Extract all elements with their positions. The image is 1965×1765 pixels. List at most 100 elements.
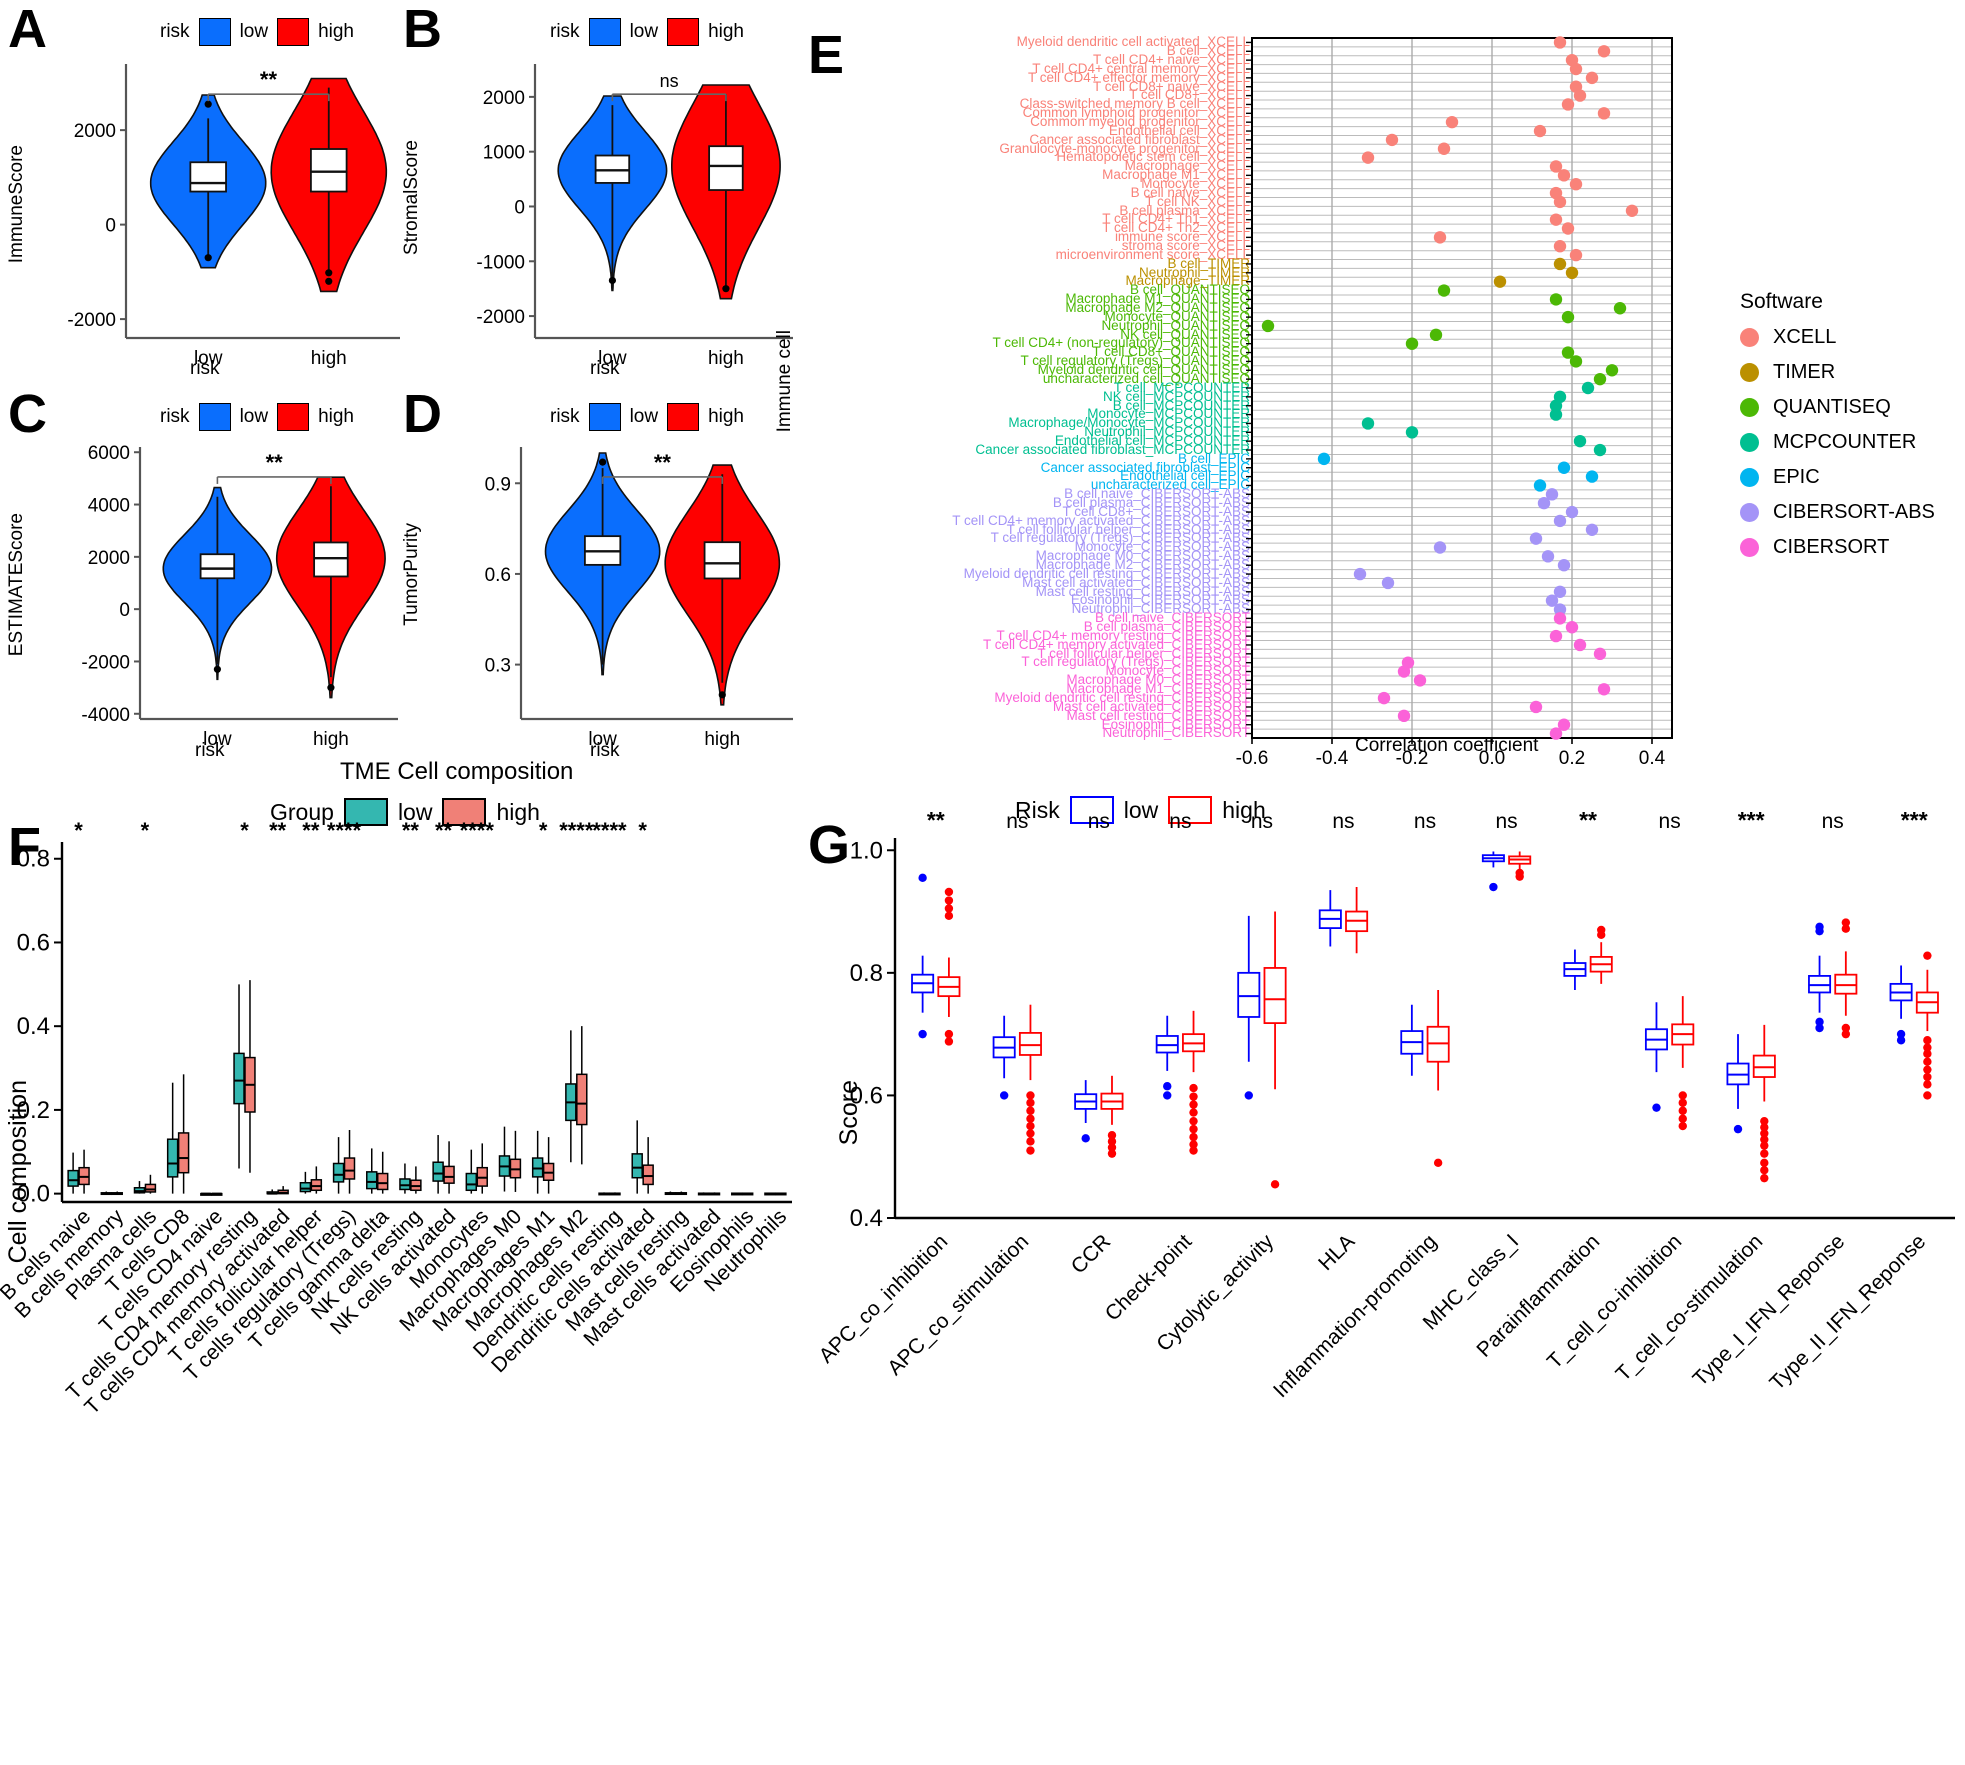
svg-text:0.6: 0.6: [485, 565, 511, 586]
svg-text:*: *: [74, 818, 83, 843]
panel-e-legend-item[interactable]: XCELL: [1740, 326, 1935, 349]
svg-text:ns: ns: [660, 71, 679, 91]
svg-text:**: **: [435, 818, 453, 843]
svg-text:0.6: 0.6: [850, 1082, 883, 1109]
svg-text:*: *: [539, 818, 548, 843]
panel-f-legend-label-high: high: [496, 798, 540, 825]
panel-b: B risk low high StromalScore -2000 -1000 0…: [395, 0, 795, 385]
svg-text:**: **: [654, 450, 672, 475]
panel-e-legend-items: XCELL TIMER QUANTISEQ MCPCOUNTER EPIC CIBERSO…: [1740, 326, 1935, 559]
panel-a: A risk low high ImmuneScore -2000 0 2000 lo…: [0, 0, 400, 385]
panel-g-category-label: T_cell_co-inhibition: [1542, 1230, 1686, 1374]
panel-e-celllabels: Myeloid dendritic cell activated_XCELL B …: [810, 35, 1250, 740]
svg-text:ns: ns: [1332, 810, 1354, 833]
svg-text:****: ****: [460, 818, 495, 843]
svg-text:0.2: 0.2: [17, 1097, 50, 1124]
panel-e-legend: Software XCELL TIMER QUANTISEQ MCPCOUNTER EP…: [1740, 290, 1935, 571]
svg-text:**: **: [927, 807, 945, 833]
svg-text:ns: ns: [1088, 810, 1110, 833]
svg-text:0.4: 0.4: [850, 1205, 883, 1232]
legend-label-low: low: [239, 406, 269, 427]
legend-title: risk: [550, 21, 580, 42]
panel-g-legend: Risk low high: [1015, 796, 1266, 824]
svg-text:-0.4: -0.4: [1316, 748, 1349, 769]
svg-text:ns: ns: [1822, 810, 1844, 833]
legend-title: risk: [160, 21, 190, 42]
panel-g-label: G: [808, 815, 851, 875]
panel-g-plot: 0.4 0.6 0.8 1.0 ** ns ns ns ns ns ns ns ** ns *** ns ***: [850, 807, 1955, 1232]
panel-e-legend-label: MCPCOUNTER: [1773, 431, 1917, 453]
svg-text:high: high: [313, 729, 349, 750]
svg-text:0.4: 0.4: [17, 1013, 50, 1040]
panel-f: F Group low high Cell composition 0.0 0.2…: [0, 790, 800, 1765]
panel-e-legend-item[interactable]: TIMER: [1740, 361, 1935, 384]
svg-text:**: **: [302, 818, 320, 843]
panel-a-plot: -200002000low high**: [67, 64, 400, 369]
panel-d-xlabel: risk: [590, 740, 620, 761]
svg-text:high: high: [704, 729, 740, 750]
panel-d: D risk low high TumorPurity 0.3 0.6 0.9 low…: [395, 385, 795, 765]
svg-text:***: ***: [1738, 807, 1765, 833]
legend-label-high: high: [318, 21, 354, 42]
legend-swatch-high: [277, 403, 310, 431]
svg-text:1.0: 1.0: [850, 837, 883, 864]
legend-label-low: low: [629, 406, 659, 427]
legend-label-low: low: [629, 21, 659, 42]
tme-caption-text: TME Cell composition: [340, 758, 574, 785]
panel-e-ylabel: Immune cell: [774, 330, 795, 433]
panel-g-category-label: Inflammation-promoting: [1269, 1230, 1442, 1403]
svg-text:0: 0: [105, 216, 116, 237]
panel-e-legend-item[interactable]: EPIC: [1740, 466, 1935, 489]
panel-d-ylabel: TumorPurity: [401, 523, 422, 626]
legend-dot-icon: [1740, 433, 1759, 452]
panel-e-legend-item[interactable]: MCPCOUNTER: [1740, 431, 1935, 454]
legend-title: risk: [550, 406, 580, 427]
panel-a-xlabel: risk: [190, 358, 220, 379]
panel-e-legend-title: Software: [1740, 290, 1823, 313]
panel-c-legend: risk low high: [160, 403, 354, 431]
svg-text:0.4: 0.4: [1639, 748, 1666, 769]
panel-g-category-label: APC_co_stimulation: [883, 1230, 1034, 1380]
legend-label-high: high: [708, 21, 744, 42]
legend-swatch-low: [588, 403, 621, 431]
panel-e: E Immune cell Myeloid dendritic cell act…: [774, 0, 1965, 770]
svg-text:****: ****: [592, 818, 627, 843]
svg-text:**: **: [269, 818, 287, 843]
panel-g: G Risk low high Score 0.4 0.6 0.8 1.0 ** ns ns…: [800, 790, 1965, 1765]
svg-text:**: **: [266, 450, 284, 475]
panel-e-legend-label: EPIC: [1773, 466, 1820, 488]
panel-e-legend-item[interactable]: CIBERSORT-ABS: [1740, 501, 1935, 524]
panel-g-legend-label-low: low: [1123, 796, 1159, 823]
panel-e-plot: -0.6 -0.4 -0.2 0.0 0.2 0.4: [1236, 36, 1673, 769]
svg-text:0.8: 0.8: [850, 960, 883, 987]
panel-d-plot: 0.30.60.9low high**: [485, 447, 793, 750]
legend-label-high: high: [318, 406, 354, 427]
svg-text:-0.6: -0.6: [1236, 748, 1269, 769]
panel-e-legend-item[interactable]: CIBERSORT: [1740, 536, 1935, 559]
svg-text:-2000: -2000: [67, 310, 116, 331]
legend-swatch-low: [198, 403, 231, 431]
legend-title: risk: [160, 406, 190, 427]
svg-text:high: high: [311, 348, 347, 369]
svg-text:0.3: 0.3: [485, 656, 511, 677]
legend-dot-icon: [1740, 363, 1759, 382]
svg-text:ns: ns: [1659, 810, 1681, 833]
panel-e-xlabel: Correlation coefficient: [1355, 735, 1539, 756]
panel-g-category-label: Type_II_IFN_Reponse: [1765, 1230, 1931, 1395]
panel-c-plot: -4000-20000200040006000low high**: [81, 443, 398, 750]
svg-text:ns: ns: [1251, 810, 1273, 833]
panel-b-legend: risk low high: [550, 18, 744, 46]
legend-swatch-low: [588, 18, 621, 46]
svg-text:-2000: -2000: [81, 652, 130, 673]
svg-text:high: high: [708, 348, 744, 369]
svg-text:***: ***: [1901, 807, 1928, 833]
panel-g-category-label: CCR: [1066, 1230, 1116, 1279]
svg-text:-1000: -1000: [476, 252, 525, 273]
svg-text:1000: 1000: [483, 143, 525, 164]
legend-swatch-low: [198, 18, 231, 46]
panel-g-category-label: HLA: [1314, 1230, 1360, 1276]
svg-text:2000: 2000: [88, 548, 130, 569]
panel-e-legend-item[interactable]: QUANTISEQ: [1740, 396, 1935, 419]
panel-b-label: B: [403, 0, 442, 59]
svg-text:0.0: 0.0: [17, 1181, 50, 1208]
